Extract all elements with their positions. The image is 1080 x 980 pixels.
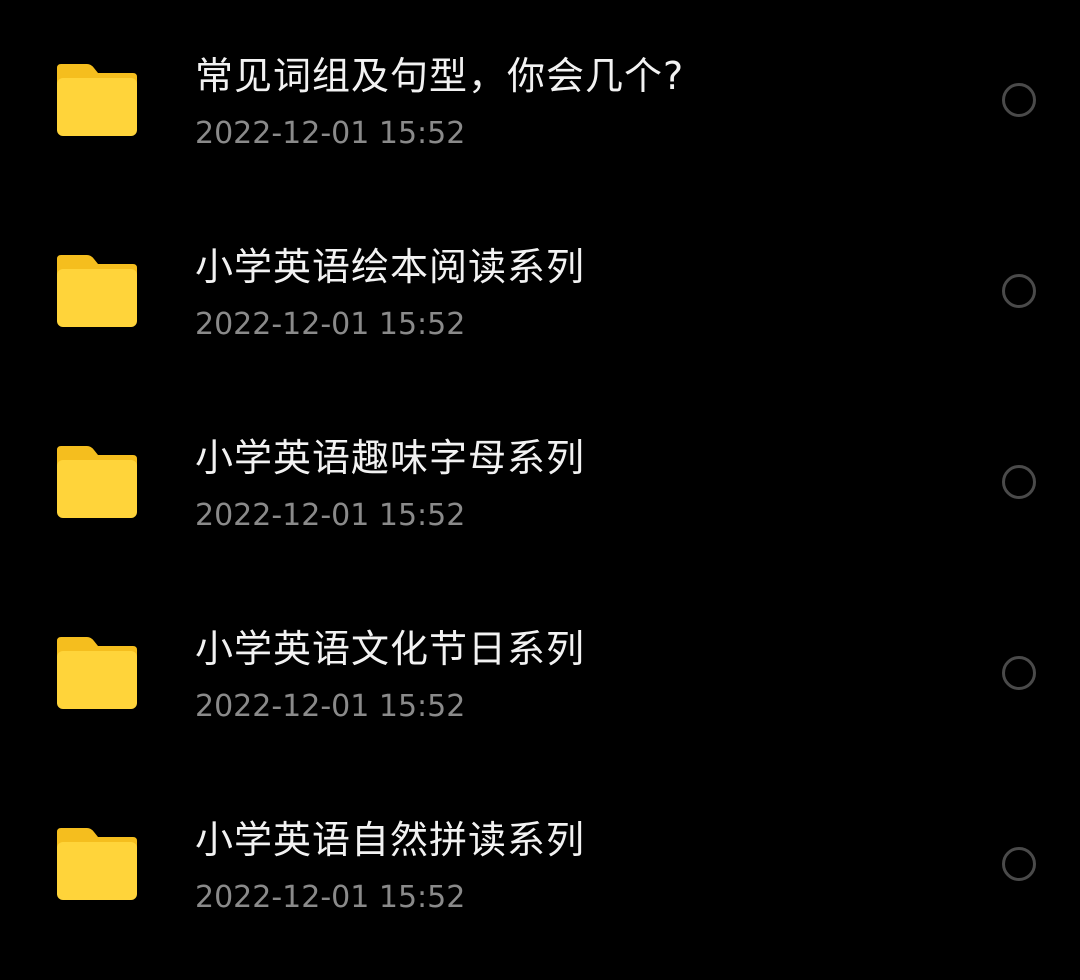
modified-date: 2022-12-01 15:52 (195, 880, 466, 915)
modified-date: 2022-12-01 15:52 (195, 116, 466, 151)
file-list: 常见词组及句型，你会几个? 2022-12-01 15:52 小学英语绘本阅读系… (0, 0, 1080, 980)
folder-name: 常见词组及句型，你会几个? (195, 54, 685, 98)
select-radio-button[interactable] (1002, 274, 1036, 308)
folder-icon (55, 62, 139, 138)
list-item[interactable]: 小学英语趣味字母系列 2022-12-01 15:52 (0, 407, 1080, 557)
folder-icon (55, 444, 139, 520)
modified-date: 2022-12-01 15:52 (195, 307, 466, 342)
list-item[interactable]: 小学英语绘本阅读系列 2022-12-01 15:52 (0, 216, 1080, 366)
select-radio-button[interactable] (1002, 465, 1036, 499)
folder-name: 小学英语趣味字母系列 (195, 436, 586, 480)
folder-name: 小学英语文化节日系列 (195, 627, 586, 671)
folder-icon (55, 826, 139, 902)
modified-date: 2022-12-01 15:52 (195, 498, 466, 533)
folder-icon (55, 635, 139, 711)
list-item[interactable]: 小学英语文化节日系列 2022-12-01 15:52 (0, 598, 1080, 748)
select-radio-button[interactable] (1002, 83, 1036, 117)
modified-date: 2022-12-01 15:52 (195, 689, 466, 724)
select-radio-button[interactable] (1002, 847, 1036, 881)
list-item[interactable]: 小学英语自然拼读系列 2022-12-01 15:52 (0, 789, 1080, 939)
folder-icon (55, 253, 139, 329)
folder-name: 小学英语自然拼读系列 (195, 818, 586, 862)
folder-name: 小学英语绘本阅读系列 (195, 245, 586, 289)
list-item[interactable]: 常见词组及句型，你会几个? 2022-12-01 15:52 (0, 25, 1080, 175)
select-radio-button[interactable] (1002, 656, 1036, 690)
